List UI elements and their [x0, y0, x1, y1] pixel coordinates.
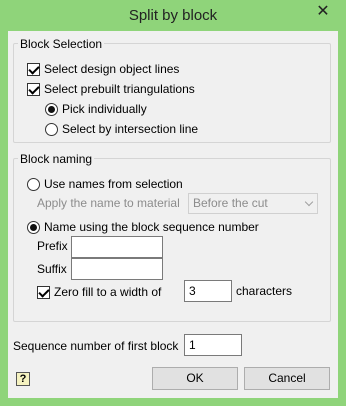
select-by-line-radio[interactable]: Select by intersection line [45, 121, 198, 137]
zero-fill-label: Zero fill to a width of [54, 285, 162, 299]
sequence-label: Sequence number of first block [13, 339, 179, 353]
name-sequence-radio[interactable]: Name using the block sequence number [27, 219, 259, 235]
block-naming-label: Block naming [18, 152, 95, 166]
apply-name-select[interactable]: Before the cut [188, 193, 318, 214]
use-names-radio[interactable]: Use names from selection [27, 176, 183, 192]
ok-button[interactable]: OK [152, 367, 238, 390]
block-selection-label: Block Selection [18, 37, 105, 51]
select-prebuilt-checkbox[interactable]: Select prebuilt triangulations [27, 81, 195, 97]
close-button[interactable]: ✕ [308, 1, 338, 21]
radio-circle[interactable] [27, 177, 40, 191]
zero-fill-width-input[interactable]: 3 [184, 280, 232, 302]
use-names-label: Use names from selection [44, 177, 183, 191]
radio-circle[interactable] [45, 122, 58, 136]
sequence-input[interactable]: 1 [184, 334, 242, 356]
pick-individually-radio[interactable]: Pick individually [45, 101, 147, 117]
select-design-lines-label: Select design object lines [44, 62, 180, 76]
select-prebuilt-label: Select prebuilt triangulations [44, 82, 195, 96]
chevron-down-icon [304, 197, 314, 207]
radio-circle[interactable] [27, 220, 40, 234]
checkbox-box[interactable] [27, 62, 40, 76]
zero-fill-checkbox[interactable]: Zero fill to a width of [37, 284, 161, 300]
dialog-window: Split by block ✕ Block Selection Select … [0, 0, 346, 406]
radio-circle[interactable] [45, 102, 58, 116]
apply-name-label: Apply the name to material [37, 196, 180, 210]
select-design-lines-checkbox[interactable]: Select design object lines [27, 61, 179, 77]
suffix-input[interactable] [71, 258, 163, 280]
name-sequence-label: Name using the block sequence number [44, 220, 259, 234]
pick-individually-label: Pick individually [62, 102, 147, 116]
cancel-button[interactable]: Cancel [244, 367, 330, 390]
window-title: Split by block [128, 7, 218, 24]
suffix-label: Suffix [37, 262, 67, 276]
characters-label: characters [236, 284, 293, 298]
title-bar[interactable]: Split by block ✕ [0, 0, 346, 32]
prefix-input[interactable] [71, 236, 163, 258]
select-by-line-label: Select by intersection line [62, 122, 199, 136]
dialog-body: Block Selection Select design object lin… [8, 31, 338, 398]
close-icon: ✕ [316, 1, 330, 20]
prefix-label: Prefix [37, 239, 68, 253]
help-icon[interactable]: ? [16, 372, 30, 386]
checkbox-box[interactable] [37, 285, 50, 299]
apply-name-value: Before the cut [193, 196, 268, 210]
checkbox-box[interactable] [27, 82, 40, 96]
